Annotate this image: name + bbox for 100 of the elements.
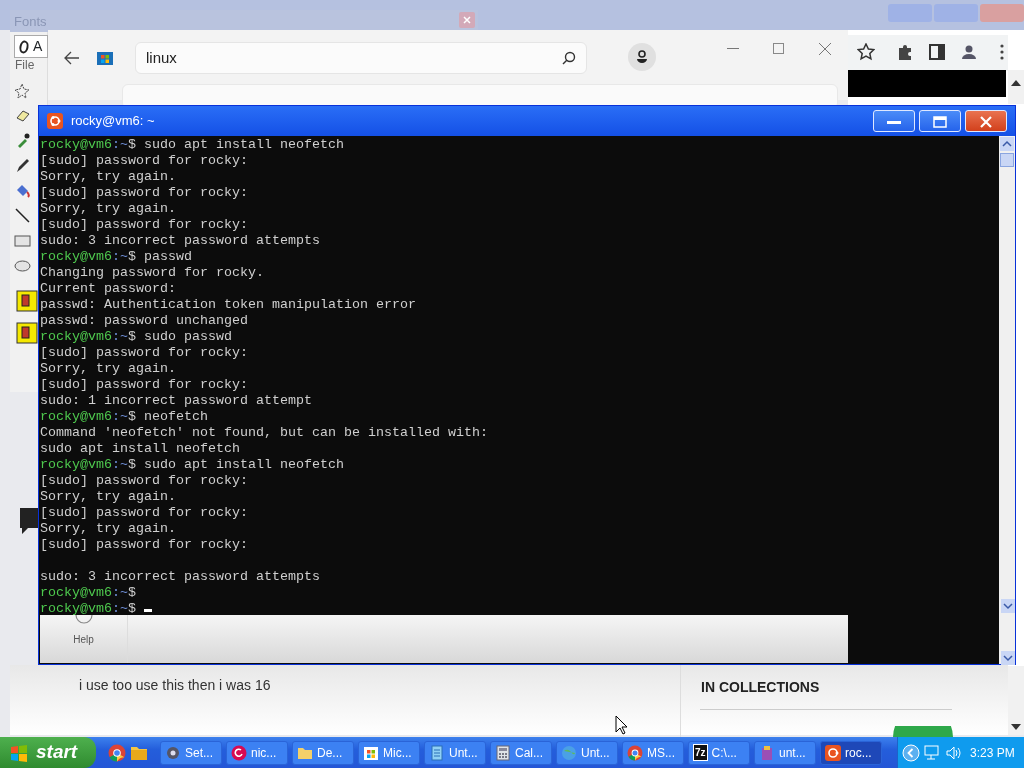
output-line: [sudo] password for rocky:: [40, 537, 249, 553]
taskbar-button[interactable]: Set...: [160, 740, 222, 765]
taskbar-button[interactable]: unt...: [754, 740, 816, 765]
taskbar-button[interactable]: 7z C:\...: [688, 740, 750, 765]
calculator-icon: [495, 744, 511, 761]
puzzle-icon[interactable]: [896, 43, 914, 61]
speech-bubble-icon: [20, 508, 38, 534]
scrollbar[interactable]: [1008, 666, 1024, 735]
output-line: [sudo] password for rocky:: [40, 185, 249, 201]
command-line: rocky@vm6:~$ sudo apt install neofetch: [40, 457, 345, 473]
output-line: Sorry, try again.: [40, 201, 177, 217]
maximize-icon[interactable]: [773, 43, 784, 54]
scroll-thumb[interactable]: [1000, 153, 1014, 167]
comment-text: i use too use this then i was 16: [79, 676, 271, 695]
close-icon: [980, 115, 992, 128]
taskbar-button[interactable]: Unt...: [424, 740, 486, 765]
ubuntu-icon: [47, 113, 63, 129]
window-title: rocky@vm6: ~: [71, 112, 156, 131]
chevron-left-icon[interactable]: [902, 743, 920, 762]
scrollbar[interactable]: [1008, 70, 1024, 104]
mouse-cursor-icon: [615, 715, 627, 735]
font-name: A: [33, 37, 43, 56]
scrollbar[interactable]: [999, 136, 1015, 664]
minimize-button[interactable]: [873, 110, 915, 132]
windows-flag-icon: [10, 743, 28, 762]
menu-item[interactable]: File: [15, 56, 35, 74]
font-field[interactable]: A: [14, 35, 48, 58]
pencil-icon[interactable]: [14, 157, 31, 174]
output-line: sudo: 3 incorrect password attempts: [40, 233, 321, 249]
output-line: passwd: password unchanged: [40, 313, 249, 329]
output-line: Sorry, try again.: [40, 489, 177, 505]
close-button[interactable]: [965, 110, 1007, 132]
output-line: [sudo] password for rocky:: [40, 473, 249, 489]
output-line: Changing password for rocky.: [40, 265, 265, 281]
sevenzip-icon: 7z: [693, 744, 708, 761]
output-line: Command 'neofetch' not found, but can be installed with:: [40, 425, 489, 441]
command-line: rocky@vm6:~$ sudo passwd: [40, 329, 233, 345]
store-icon: [363, 744, 379, 761]
color-swatch-icon[interactable]: [16, 290, 38, 312]
command-line: rocky@vm6:~$: [40, 601, 998, 617]
back-arrow-icon[interactable]: [64, 51, 80, 65]
output-line: [sudo] password for rocky:: [40, 505, 249, 521]
search-icon[interactable]: [562, 51, 576, 65]
taskbar-button[interactable]: De...: [292, 740, 354, 765]
minimize-icon: [887, 119, 901, 124]
output-line: [sudo] password for rocky:: [40, 217, 249, 233]
section-heading: IN COLLECTIONS: [701, 678, 820, 697]
taskbar-button[interactable]: Mic...: [358, 740, 420, 765]
swirl-icon: [231, 744, 247, 761]
output-line: [sudo] password for rocky:: [40, 345, 249, 361]
bookmark-star-icon[interactable]: [857, 43, 875, 61]
rectangle-icon[interactable]: [14, 232, 31, 249]
command-line: rocky@vm6:~$ sudo apt install neofetch: [40, 137, 345, 153]
search-value: linux: [146, 47, 177, 68]
account-icon[interactable]: [628, 43, 656, 71]
chrome-icon[interactable]: [108, 743, 126, 762]
clock: 3:23 PM: [970, 744, 1015, 762]
output-line: Current password:: [40, 281, 177, 297]
output-line: sudo: 3 incorrect password attempts: [40, 569, 321, 585]
command-line: rocky@vm6:~$: [40, 585, 137, 601]
line-icon[interactable]: [14, 207, 31, 224]
ellipse-icon[interactable]: [14, 257, 31, 274]
output-line: Sorry, try again.: [40, 169, 177, 185]
close-icon[interactable]: [819, 43, 831, 55]
gear-icon: [165, 744, 181, 761]
output-line: [sudo] password for rocky:: [40, 153, 249, 169]
output-line: [sudo] password for rocky:: [40, 377, 249, 393]
volume-icon[interactable]: [946, 744, 962, 761]
badge-icon: [893, 726, 953, 737]
help-icon[interactable]: [74, 615, 93, 625]
output-line: Sorry, try again.: [40, 521, 177, 537]
notepad-icon: [429, 744, 445, 761]
maximize-button[interactable]: [919, 110, 961, 132]
taskbar-button[interactable]: Unt...: [556, 740, 618, 765]
minimize-icon[interactable]: [727, 48, 739, 50]
side-panel-icon[interactable]: [928, 43, 946, 61]
taskbar-button[interactable]: MS...: [622, 740, 684, 765]
search-field[interactable]: linux: [135, 42, 587, 74]
select-icon[interactable]: [14, 82, 31, 99]
globe-icon: [561, 744, 577, 761]
maximize-icon: [933, 115, 947, 128]
scroll-up-icon[interactable]: [1011, 80, 1021, 86]
taskbar-button[interactable]: nic...: [226, 740, 288, 765]
taskbar-button[interactable]: roc...: [820, 740, 882, 765]
output-line: Sorry, try again.: [40, 361, 177, 377]
command-line: rocky@vm6:~$ passwd: [40, 249, 193, 265]
output-line: sudo: 1 incorrect password attempt: [40, 393, 313, 409]
nav-item[interactable]: Help: [73, 632, 94, 647]
command-line: rocky@vm6:~$ neofetch: [40, 409, 209, 425]
chrome-icon: [627, 744, 643, 761]
font-type-icon: [19, 39, 29, 54]
start-button[interactable]: start: [0, 737, 96, 768]
scroll-down-icon[interactable]: [1011, 724, 1021, 730]
output-line: passwd: Authentication token manipulation error: [40, 297, 417, 313]
ubuntu-icon: [825, 744, 841, 761]
taskbar-button[interactable]: Cal...: [490, 740, 552, 765]
books-icon: [759, 744, 775, 761]
profile-icon[interactable]: [960, 43, 978, 61]
color-swatch-icon[interactable]: [16, 322, 38, 344]
output-line: sudo apt install neofetch: [40, 441, 241, 457]
